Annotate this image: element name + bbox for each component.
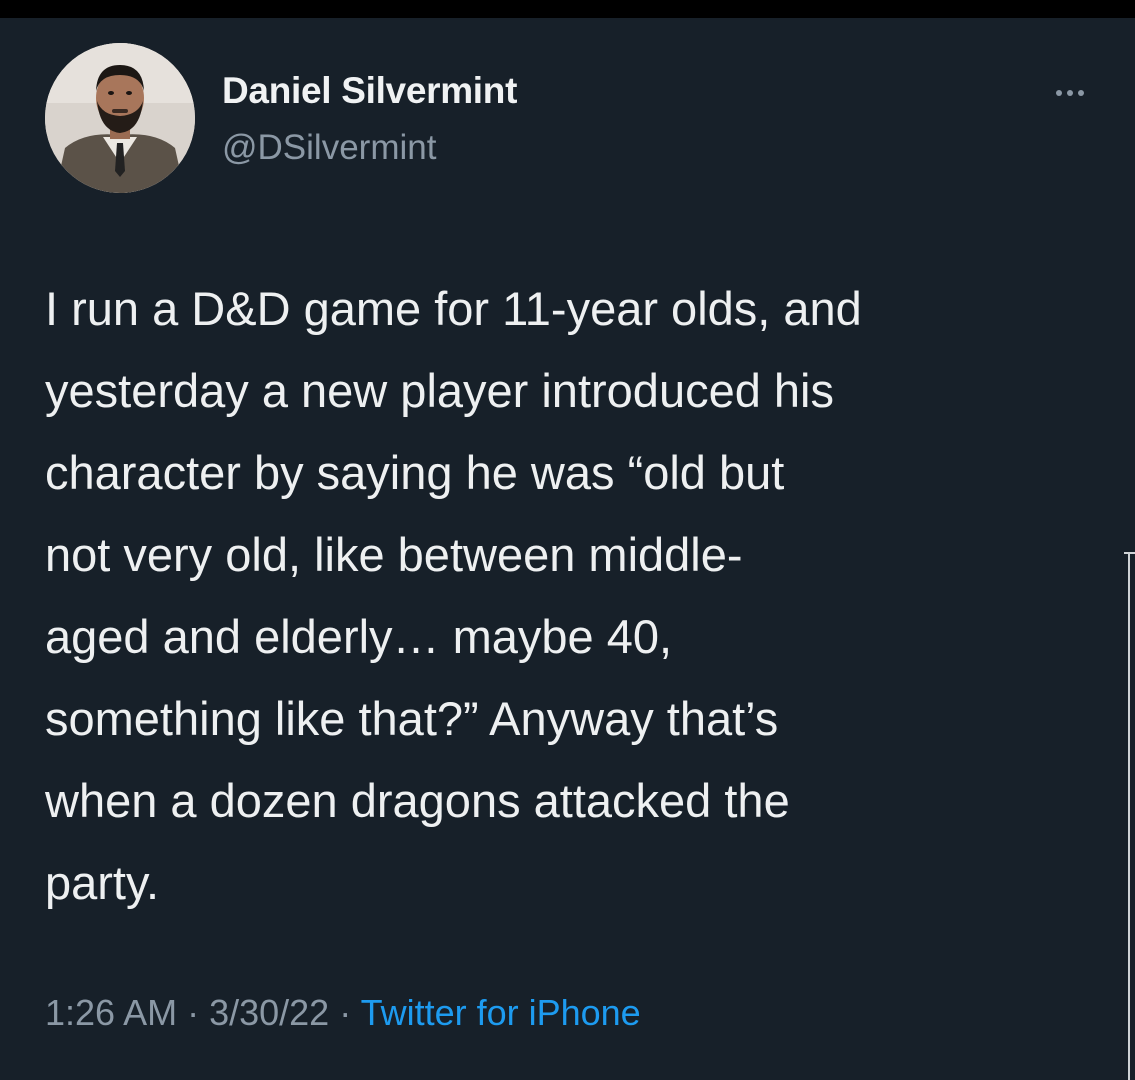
meta-separator: · [177,992,210,1033]
tweet-date[interactable]: 3/30/22 [209,992,329,1033]
tweet-time[interactable]: 1:26 AM [45,992,177,1033]
edge-bracket-line [1128,552,1130,1080]
tweet-text: I run a D&D game for 11-year olds, and y… [45,282,862,909]
tweet-card: Daniel Silvermint @DSilvermint I run a D… [0,18,1135,1080]
avatar[interactable] [45,43,195,193]
tweet-source-link[interactable]: Twitter for iPhone [361,992,641,1033]
author-display-name[interactable]: Daniel Silvermint [222,70,517,112]
top-black-strip [0,0,1135,18]
ellipsis-dot [1056,90,1062,96]
ellipsis-dot [1067,90,1073,96]
ellipsis-icon [1056,90,1084,96]
meta-separator: · [329,992,361,1033]
more-options-button[interactable] [1046,78,1094,108]
profile-photo-icon [45,43,195,193]
author-handle[interactable]: @DSilvermint [222,128,436,168]
tweet-meta: 1:26 AM · 3/30/22 · Twitter for iPhone [45,992,641,1034]
ellipsis-dot [1078,90,1084,96]
